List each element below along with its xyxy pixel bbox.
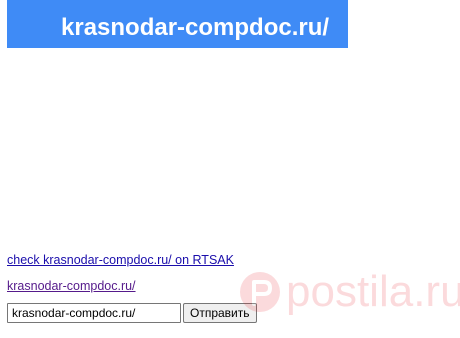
header-banner: krasnodar-compdoc.ru/	[7, 0, 348, 48]
url-form: Отправить	[7, 303, 257, 323]
postila-watermark: postila.ru	[238, 268, 460, 316]
page: krasnodar-compdoc.ru/ check krasnodar-co…	[0, 0, 460, 338]
submit-button[interactable]: Отправить	[183, 303, 257, 323]
check-on-rtsak-link[interactable]: check krasnodar-compdoc.ru/ on RTSAK	[7, 253, 234, 268]
url-input[interactable]	[7, 303, 181, 323]
watermark-text: postila.ru	[286, 267, 460, 316]
site-title: krasnodar-compdoc.ru/	[61, 14, 330, 41]
domain-link[interactable]: krasnodar-compdoc.ru/	[7, 279, 136, 294]
